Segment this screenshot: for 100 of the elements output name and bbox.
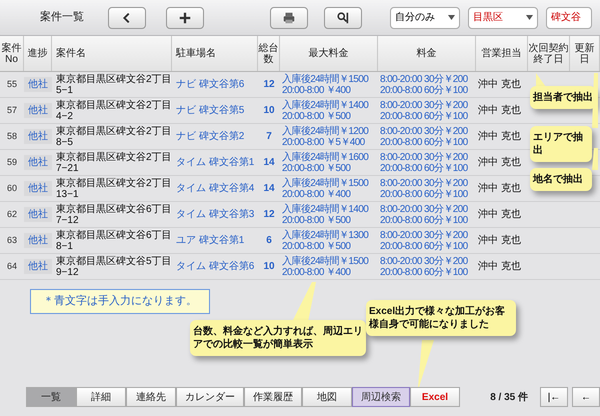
tab[interactable]: Excel — [410, 387, 460, 407]
note-box: ＊青文字は手入力になります。 — [30, 289, 210, 314]
table-cell-text: 58 — [6, 130, 18, 143]
table-cell-text: 沖中 克也 — [477, 234, 522, 248]
table-cell-text: 東京都目黒区碑文谷2丁目8−5 — [55, 126, 172, 148]
table-cell-text: 59 — [6, 156, 18, 169]
column-header[interactable]: 総台数 — [258, 36, 280, 71]
table-cell-text: 55 — [6, 78, 18, 91]
column-header[interactable]: 更新日 — [570, 36, 600, 71]
tab[interactable]: カレンダー — [176, 387, 244, 407]
callout-pointer — [418, 340, 434, 387]
table-cell-text: 入庫後24時間￥1200 20:00-8:00 ￥5￥400 — [281, 126, 370, 148]
table-cell-text: 8:00-20:00 30分￥200 20:00-8:00 60分￥100 — [379, 100, 469, 122]
table-cell-text: 8:00-20:00 30分￥200 20:00-8:00 60分￥100 — [379, 126, 469, 148]
table-cell-text: 入庫後24時間￥1600 20:00-8:00 ￥500 — [281, 152, 370, 174]
table-cell-text: 沖中 克也 — [477, 104, 522, 118]
tab[interactable]: 周辺検索 — [352, 387, 410, 407]
table-cell-text: 12 — [262, 208, 276, 222]
filter-dropdown[interactable]: 碑文谷 — [546, 6, 592, 28]
table-cell-text: 8:00-20:00 30分￥200 20:00-8:00 60分￥100 — [379, 204, 469, 226]
table-cell-text: 62 — [6, 208, 18, 221]
table-cell-text: 東京都目黒区碑文谷6丁目7−12 — [55, 204, 172, 226]
search-button[interactable] — [324, 6, 362, 28]
back-button[interactable] — [108, 6, 146, 28]
page-nav-button[interactable]: ← — [572, 387, 600, 407]
table-cell-text: 7 — [265, 130, 273, 144]
table-cell-text: 57 — [6, 104, 18, 117]
table-cell-text: 東京都目黒区碑文谷2丁目13−1 — [55, 178, 172, 200]
table-cell-text: 12 — [262, 78, 276, 92]
table-cell-text: ナビ 碑文谷第5 — [175, 105, 246, 116]
search-icon — [336, 10, 350, 24]
table-cell-text: ユア 碑文谷第1 — [175, 235, 246, 246]
table-cell: 他社 — [24, 77, 52, 92]
filter-dropdown[interactable]: 目黒区 — [468, 6, 538, 28]
table-cell-text: 沖中 克也 — [477, 208, 522, 222]
table-cell-text: タイム 碑文谷第3 — [175, 209, 256, 220]
table-cell-text: 東京都目黒区碑文谷2丁目5−1 — [55, 74, 172, 96]
table-cell-text: 6 — [265, 234, 273, 248]
table-cell-text: 入庫後24時間￥1400 20:00-8:00 ￥500 — [281, 100, 370, 122]
table-cell-text: 63 — [6, 234, 18, 247]
callout-pointer — [592, 148, 598, 170]
table-cell-text: 8:00-20:00 30分￥200 20:00-8:00 60分￥100 — [379, 256, 469, 278]
table-cell-text: 8:00-20:00 30分￥200 20:00-8:00 60分￥100 — [379, 74, 469, 96]
table-cell: 他社 — [24, 259, 52, 274]
table-cell-text: 沖中 克也 — [477, 156, 522, 170]
plus-button[interactable] — [166, 6, 204, 28]
table-cell-text: 入庫後24時間￥1500 20:00-8:00 ￥400 — [281, 178, 370, 200]
tab[interactable]: 作業履歴 — [244, 387, 302, 407]
table-cell-text: 10 — [262, 104, 276, 118]
table-cell-text: 東京都目黒区碑文谷5丁目9−12 — [55, 256, 172, 278]
table-cell-text: 64 — [6, 260, 18, 273]
table-cell-text: 入庫後24時間￥1400 20:00-8:00 ￥500 — [281, 204, 370, 226]
tab[interactable]: 地図 — [302, 387, 352, 407]
callout: 地名で抽出 — [530, 168, 592, 191]
table-cell-text: ナビ 碑文谷第6 — [175, 79, 246, 90]
tab[interactable]: 連絡先 — [126, 387, 176, 407]
column-header[interactable]: 最大料金 — [280, 36, 378, 71]
column-header[interactable]: 次回契約終了日 — [528, 36, 570, 71]
column-header[interactable]: 料金 — [378, 36, 476, 71]
table-cell-text: タイム 碑文谷第1 — [175, 157, 256, 168]
callout: Excel出力で様々な加工がお客様自身で可能になりました — [366, 300, 516, 336]
column-header[interactable]: 営業担当 — [476, 36, 528, 71]
table-cell-text: 沖中 克也 — [477, 78, 522, 92]
table-cell: 他社 — [24, 233, 52, 248]
table-cell-text: 10 — [262, 260, 276, 274]
page-counter: 8 / 35 件 — [490, 390, 528, 404]
table-cell-text: タイム 碑文谷第4 — [175, 183, 256, 194]
column-header[interactable]: 案件名 — [52, 36, 172, 71]
page-nav-button[interactable]: |← — [540, 387, 568, 407]
table-cell-text: 8:00-20:00 30分￥200 20:00-8:00 60分￥100 — [379, 230, 469, 252]
callout-pointer — [292, 282, 316, 322]
table-cell: 他社 — [24, 129, 52, 144]
table-cell: 他社 — [24, 207, 52, 222]
tab[interactable]: 詳細 — [76, 387, 126, 407]
table-cell-text: 東京都目黒区碑文谷2丁目4−2 — [55, 100, 172, 122]
table-cell: 他社 — [24, 181, 52, 196]
callout-pointer — [592, 73, 598, 128]
table-cell-text: 8:00-20:00 30分￥200 20:00-8:00 60分￥100 — [379, 178, 469, 200]
table-cell-text: 東京都目黒区碑文谷6丁目8−1 — [55, 230, 172, 252]
table-cell-text: 60 — [6, 182, 18, 195]
table-cell-text: 入庫後24時間￥1300 20:00-8:00 ￥500 — [281, 230, 370, 252]
column-header[interactable]: 案件No — [0, 36, 24, 71]
printer-icon — [282, 10, 296, 24]
table-cell-text: タイム 碑文谷第6 — [175, 261, 256, 272]
table-cell-text: 沖中 克也 — [477, 130, 522, 144]
table-cell-text: 東京都目黒区碑文谷2丁目7−21 — [55, 152, 172, 174]
column-header[interactable]: 駐車場名 — [172, 36, 258, 71]
table-cell-text: 入庫後24時間￥1500 20:00-8:00 ￥400 — [281, 74, 370, 96]
column-header[interactable]: 進捗 — [24, 36, 52, 71]
table-cell-text: 沖中 克也 — [477, 260, 522, 274]
tab[interactable]: 一覧 — [26, 387, 76, 407]
filter-dropdown[interactable]: 自分のみ — [390, 6, 460, 28]
table-cell-text: ナビ 碑文谷第2 — [175, 131, 246, 142]
page-title: 案件一覧 — [39, 10, 85, 26]
table-cell-text: 入庫後24時間￥1500 20:00-8:00 ￥400 — [281, 256, 370, 278]
printer-button[interactable] — [270, 6, 308, 28]
table-cell: 他社 — [24, 155, 52, 170]
table-cell: 他社 — [24, 103, 52, 118]
caret-icon — [526, 15, 533, 20]
table-cell-text: 沖中 克也 — [477, 182, 522, 196]
